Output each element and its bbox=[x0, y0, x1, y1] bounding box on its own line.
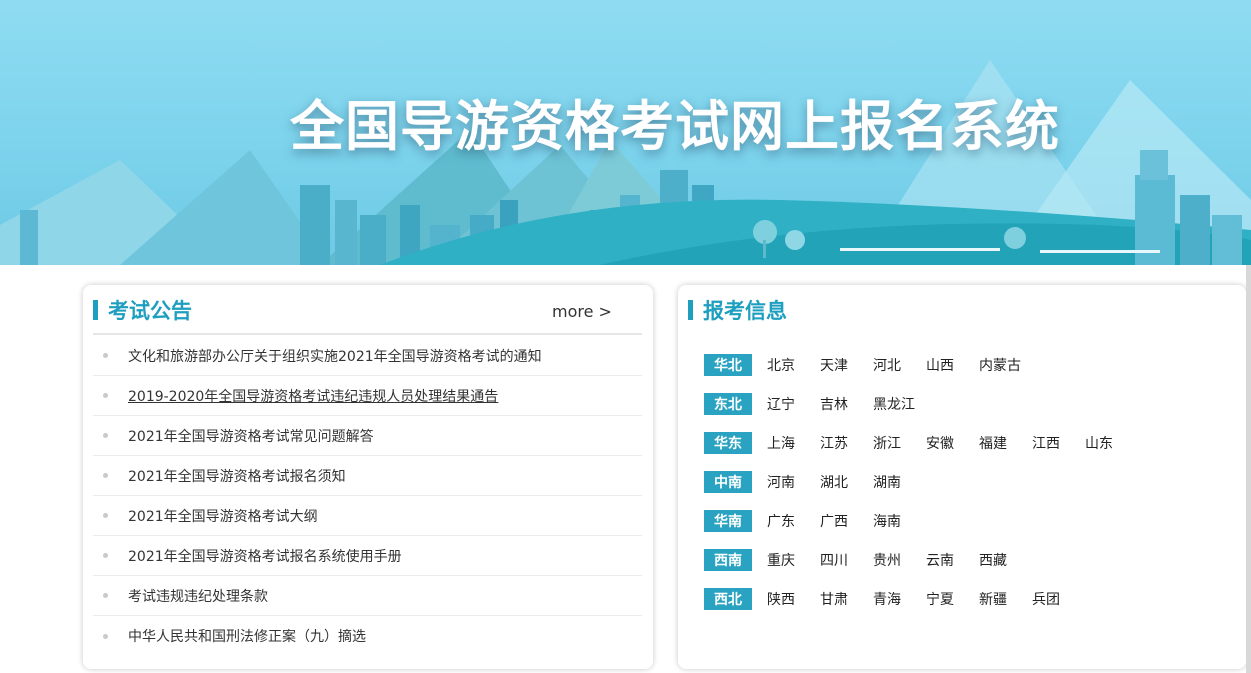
province-link[interactable]: 广西 bbox=[820, 511, 873, 531]
announcement-link[interactable]: 2019-2020年全国导游资格考试违纪违规人员处理结果通告 bbox=[128, 386, 498, 406]
bullet-icon bbox=[103, 593, 108, 598]
bullet-icon bbox=[103, 513, 108, 518]
province-link[interactable]: 山东 bbox=[1085, 433, 1138, 453]
bullet-icon bbox=[103, 553, 108, 558]
announcements-panel: 考试公告 more > 文化和旅游部办公厅关于组织实施2021年全国导游资格考试… bbox=[83, 285, 653, 669]
province-link[interactable]: 安徽 bbox=[926, 433, 979, 453]
province-link[interactable]: 陕西 bbox=[767, 589, 820, 609]
announcement-link[interactable]: 文化和旅游部办公厅关于组织实施2021年全国导游资格考试的通知 bbox=[128, 346, 542, 366]
province-link[interactable]: 四川 bbox=[820, 550, 873, 570]
region-row-huanan: 华南 广东 广西 海南 bbox=[704, 501, 1138, 540]
region-label: 华南 bbox=[704, 509, 752, 532]
province-link[interactable]: 河北 bbox=[873, 355, 926, 375]
province-link[interactable]: 天津 bbox=[820, 355, 873, 375]
region-row-huadong: 华东 上海 江苏 浙江 安徽 福建 江西 山东 bbox=[704, 423, 1138, 462]
province-link[interactable]: 西藏 bbox=[979, 550, 1032, 570]
province-link[interactable]: 辽宁 bbox=[767, 394, 820, 414]
province-link[interactable]: 浙江 bbox=[873, 433, 926, 453]
announcement-item[interactable]: 2021年全国导游资格考试报名系统使用手册 bbox=[93, 536, 642, 576]
announcements-header: 考试公告 bbox=[93, 297, 192, 323]
bullet-icon bbox=[103, 393, 108, 398]
province-link[interactable]: 内蒙古 bbox=[979, 355, 1032, 375]
province-link[interactable]: 兵团 bbox=[1032, 589, 1085, 609]
region-label: 西北 bbox=[704, 587, 752, 610]
title-accent-bar bbox=[93, 300, 98, 320]
province-link[interactable]: 海南 bbox=[873, 511, 926, 531]
province-link[interactable]: 福建 bbox=[979, 433, 1032, 453]
province-link[interactable]: 贵州 bbox=[873, 550, 926, 570]
region-label: 中南 bbox=[704, 470, 752, 493]
province-link[interactable]: 重庆 bbox=[767, 550, 820, 570]
province-link[interactable]: 山西 bbox=[926, 355, 979, 375]
province-link[interactable]: 甘肃 bbox=[820, 589, 873, 609]
province-link[interactable]: 青海 bbox=[873, 589, 926, 609]
announcement-link[interactable]: 中华人民共和国刑法修正案（九）摘选 bbox=[128, 626, 366, 646]
region-label: 华东 bbox=[704, 431, 752, 454]
bullet-icon bbox=[103, 633, 108, 639]
page-scrollbar[interactable] bbox=[1246, 265, 1251, 673]
region-row-zhongnan: 中南 河南 湖北 湖南 bbox=[704, 462, 1138, 501]
region-row-xinan: 西南 重庆 四川 贵州 云南 西藏 bbox=[704, 540, 1138, 579]
bullet-icon bbox=[103, 473, 108, 478]
region-row-xibei: 西北 陕西 甘肃 青海 宁夏 新疆 兵团 bbox=[704, 579, 1138, 618]
announcement-list: 文化和旅游部办公厅关于组织实施2021年全国导游资格考试的通知 2019-202… bbox=[93, 336, 642, 656]
province-link[interactable]: 上海 bbox=[767, 433, 820, 453]
bullet-icon bbox=[103, 353, 108, 358]
region-label: 西南 bbox=[704, 548, 752, 571]
announcement-link[interactable]: 2021年全国导游资格考试大纲 bbox=[128, 506, 318, 526]
province-link[interactable]: 新疆 bbox=[979, 589, 1032, 609]
announcement-item[interactable]: 2021年全国导游资格考试大纲 bbox=[93, 496, 642, 536]
more-link[interactable]: more > bbox=[552, 302, 612, 321]
announcement-item[interactable]: 2019-2020年全国导游资格考试违纪违规人员处理结果通告 bbox=[93, 376, 642, 416]
province-link[interactable]: 云南 bbox=[926, 550, 979, 570]
registration-title: 报考信息 bbox=[703, 299, 787, 323]
province-link[interactable]: 广东 bbox=[767, 511, 820, 531]
title-accent-bar bbox=[688, 300, 693, 320]
header-banner: 全国导游资格考试网上报名系统 bbox=[0, 0, 1251, 265]
site-title: 全国导游资格考试网上报名系统 bbox=[290, 95, 1060, 158]
region-list: 华北 北京 天津 河北 山西 内蒙古 东北 辽宁 吉林 黑龙江 华东 上海 江苏… bbox=[704, 345, 1138, 618]
region-label: 华北 bbox=[704, 353, 752, 376]
announcement-link[interactable]: 2021年全国导游资格考试报名系统使用手册 bbox=[128, 546, 402, 566]
announcement-item[interactable]: 2021年全国导游资格考试报名须知 bbox=[93, 456, 642, 496]
registration-panel: 报考信息 华北 北京 天津 河北 山西 内蒙古 东北 辽宁 吉林 黑龙江 华东 … bbox=[678, 285, 1246, 669]
bullet-icon bbox=[103, 433, 108, 438]
province-link[interactable]: 吉林 bbox=[820, 394, 873, 414]
region-label: 东北 bbox=[704, 392, 752, 415]
announcement-link[interactable]: 2021年全国导游资格考试常见问题解答 bbox=[128, 426, 374, 446]
province-link[interactable]: 江苏 bbox=[820, 433, 873, 453]
region-row-huabei: 华北 北京 天津 河北 山西 内蒙古 bbox=[704, 345, 1138, 384]
province-link[interactable]: 北京 bbox=[767, 355, 820, 375]
announcement-link[interactable]: 考试违规违纪处理条款 bbox=[128, 586, 268, 606]
header-divider bbox=[93, 333, 642, 335]
province-link[interactable]: 河南 bbox=[767, 472, 820, 492]
announcement-item[interactable]: 考试违规违纪处理条款 bbox=[93, 576, 642, 616]
announcement-item[interactable]: 2021年全国导游资格考试常见问题解答 bbox=[93, 416, 642, 456]
province-link[interactable]: 江西 bbox=[1032, 433, 1085, 453]
announcement-item[interactable]: 中华人民共和国刑法修正案（九）摘选 bbox=[93, 616, 642, 656]
announcements-title: 考试公告 bbox=[108, 299, 192, 323]
province-link[interactable]: 湖南 bbox=[873, 472, 926, 492]
registration-header: 报考信息 bbox=[688, 297, 787, 323]
province-link[interactable]: 湖北 bbox=[820, 472, 873, 492]
province-link[interactable]: 黑龙江 bbox=[873, 394, 926, 414]
announcement-link[interactable]: 2021年全国导游资格考试报名须知 bbox=[128, 466, 346, 486]
announcement-item[interactable]: 文化和旅游部办公厅关于组织实施2021年全国导游资格考试的通知 bbox=[93, 336, 642, 376]
region-row-dongbei: 东北 辽宁 吉林 黑龙江 bbox=[704, 384, 1138, 423]
province-link[interactable]: 宁夏 bbox=[926, 589, 979, 609]
